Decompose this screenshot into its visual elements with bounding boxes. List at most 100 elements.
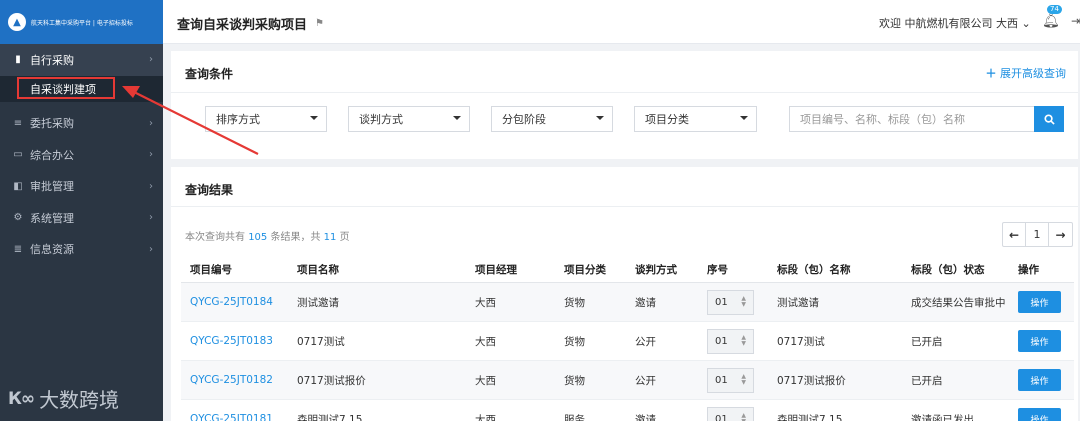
results-panel: 查询结果 本次查询共有 105 条结果，共 11 页 ← 1 → 项目编号 项目… — [171, 167, 1078, 421]
divider — [171, 92, 1078, 93]
sort-select[interactable]: 排序方式 — [205, 106, 327, 132]
project-code-link[interactable]: QYCG-25JT0183 — [181, 335, 288, 347]
prev-page-button[interactable]: ← — [1003, 223, 1026, 246]
project-code-link[interactable]: QYCG-25JT0184 — [181, 296, 288, 308]
sidebar-item-label: 系统管理 — [30, 211, 74, 225]
project-code-link[interactable]: QYCG-25JT0181 — [181, 413, 288, 421]
seq-value: 01 — [715, 335, 728, 347]
negotiation-method: 邀请 — [635, 413, 656, 421]
negotiation-method: 公开 — [635, 335, 656, 348]
col-header: 序号 — [707, 263, 728, 276]
page-title: 查询自采谈判采购项目 ⚑ — [177, 14, 324, 33]
sidebar-item-approval[interactable]: ◧ 审批管理 › — [0, 171, 163, 203]
col-header: 项目分类 — [564, 263, 606, 276]
seq-select[interactable]: 01 ▲ ▼ — [707, 289, 754, 315]
project-category: 货物 — [564, 296, 585, 309]
chevron-right-icon: › — [149, 180, 153, 192]
caret-down-icon — [740, 116, 748, 120]
seq-value: 01 — [715, 374, 728, 386]
summary-prefix: 本次查询共有 — [185, 232, 245, 243]
summary-suffix: 页 — [339, 232, 350, 243]
page-count: 11 — [323, 232, 337, 243]
section-status: 已开启 — [911, 374, 943, 387]
caret-down-icon — [453, 116, 461, 120]
next-page-button[interactable]: → — [1049, 223, 1072, 246]
logo-text: 航天科工集中采购平台 | 电子招标投标 — [31, 19, 133, 27]
col-header: 项目名称 — [297, 263, 339, 276]
action-cell: 操作 — [1009, 408, 1069, 421]
results-title: 查询结果 — [185, 183, 234, 197]
negotiation-method-select[interactable]: 谈判方式 — [348, 106, 470, 132]
project-code-link[interactable]: QYCG-25JT0182 — [181, 374, 288, 386]
table-row: QYCG-25JT0181 森明测试7.15 大西 服务 邀请 01 ▲ ▼ 森明测… — [181, 400, 1074, 421]
sidebar-item-system[interactable]: ⚙ 系统管理 › — [0, 202, 163, 234]
seq-cell: 01 ▲ ▼ — [698, 367, 768, 393]
sidebar-item-entrusted-purchase[interactable]: ≡ 委托采购 › — [0, 108, 163, 140]
user-menu[interactable]: 欢迎 中航燃机有限公司 大西 ⌄ — [879, 15, 1031, 31]
sidebar-item-label: 审批管理 — [30, 180, 74, 194]
seq-select[interactable]: 01 ▲ ▼ — [707, 367, 754, 393]
seq-select[interactable]: 01 ▲ ▼ — [707, 406, 754, 421]
project-category-select[interactable]: 项目分类 — [634, 106, 757, 132]
chevron-right-icon: › — [149, 212, 153, 224]
bell-icon[interactable]: 🔔︎ — [1042, 13, 1060, 29]
current-page[interactable]: 1 — [1026, 223, 1049, 246]
expand-label: 展开高级查询 — [1000, 67, 1066, 80]
table-row: QYCG-25JT0182 0717测试报价 大西 货物 公开 01 ▲ ▼ 071… — [181, 361, 1074, 400]
operate-button[interactable]: 操作 — [1018, 369, 1061, 391]
annotation-highlight-box — [17, 77, 115, 99]
database-icon: ≣ — [13, 243, 23, 255]
col-header: 标段（包）状态 — [911, 263, 985, 276]
expand-advanced-query-link[interactable]: ＋ 展开高级查询 — [986, 65, 1067, 81]
project-category: 货物 — [564, 374, 585, 387]
search-icon — [1043, 113, 1055, 125]
table-body: QYCG-25JT0184 测试邀请 大西 货物 邀请 01 ▲ ▼ 测试邀请 成交… — [181, 283, 1074, 421]
seq-cell: 01 ▲ ▼ — [698, 328, 768, 354]
col-header: 谈判方式 — [635, 263, 677, 276]
notification-badge: 74 — [1047, 5, 1062, 14]
total-count: 105 — [248, 232, 268, 243]
sidebar-item-self-purchase[interactable]: ▮ 自行采购 › — [0, 44, 163, 76]
brand-logo-icon: К∞ — [8, 388, 35, 409]
negotiation-method: 邀请 — [635, 296, 656, 309]
section-name: 0717测试报价 — [777, 374, 846, 387]
section-name: 0717测试 — [777, 335, 825, 348]
query-title: 查询条件 — [185, 67, 234, 81]
sidebar-item-office[interactable]: ▭ 综合办公 › — [0, 139, 163, 171]
project-name: 森明测试7.15 — [297, 413, 363, 421]
chevron-right-icon: › — [149, 149, 153, 161]
project-manager: 大西 — [475, 335, 496, 348]
operate-button[interactable]: 操作 — [1018, 408, 1061, 421]
caret-down-icon — [596, 116, 604, 120]
col-header: 项目编号 — [190, 263, 232, 276]
seq-select[interactable]: 01 ▲ ▼ — [707, 328, 754, 354]
seq-cell: 01 ▲ ▼ — [698, 289, 768, 315]
package-stage-select[interactable]: 分包阶段 — [491, 106, 613, 132]
search-input[interactable]: 项目编号、名称、标段（包）名称 — [789, 106, 1035, 132]
caret-down-icon — [310, 116, 318, 120]
spinner-icon: ▲ ▼ — [741, 372, 746, 386]
logo-icon: ▲ — [8, 13, 26, 31]
watermark-brand: К∞ 大数跨境 — [8, 384, 119, 413]
col-header: 标段（包）名称 — [777, 263, 851, 276]
logo-bar[interactable]: ▲ 航天科工集中采购平台 | 电子招标投标 — [0, 0, 163, 44]
sidebar-item-info[interactable]: ≣ 信息资源 › — [0, 234, 163, 266]
col-header: 项目经理 — [475, 263, 517, 276]
category-select-value: 项目分类 — [645, 113, 689, 126]
sidebar-item-label: 综合办公 — [30, 148, 74, 162]
chevron-right-icon: › — [149, 54, 153, 66]
operate-button[interactable]: 操作 — [1018, 291, 1061, 313]
table-header: 项目编号 项目名称 项目经理 项目分类 谈判方式 序号 标段（包）名称 标段（包… — [181, 256, 1074, 283]
project-name: 0717测试 — [297, 335, 345, 348]
project-manager: 大西 — [475, 296, 496, 309]
search-button[interactable] — [1034, 106, 1064, 132]
seq-cell: 01 ▲ ▼ — [698, 406, 768, 421]
section-status: 邀请函已发出 — [911, 413, 974, 421]
pagination: ← 1 → — [1002, 222, 1073, 247]
section-name: 森明测试7.15 — [777, 413, 843, 421]
seq-value: 01 — [715, 413, 728, 421]
bookmark-icon[interactable]: ⚑ — [315, 18, 324, 29]
operate-button[interactable]: 操作 — [1018, 330, 1061, 352]
logout-icon[interactable]: ⇥ — [1071, 14, 1080, 28]
query-panel: 查询条件 ＋ 展开高级查询 排序方式 谈判方式 分包阶段 项目分类 项目编号、名… — [171, 51, 1078, 159]
